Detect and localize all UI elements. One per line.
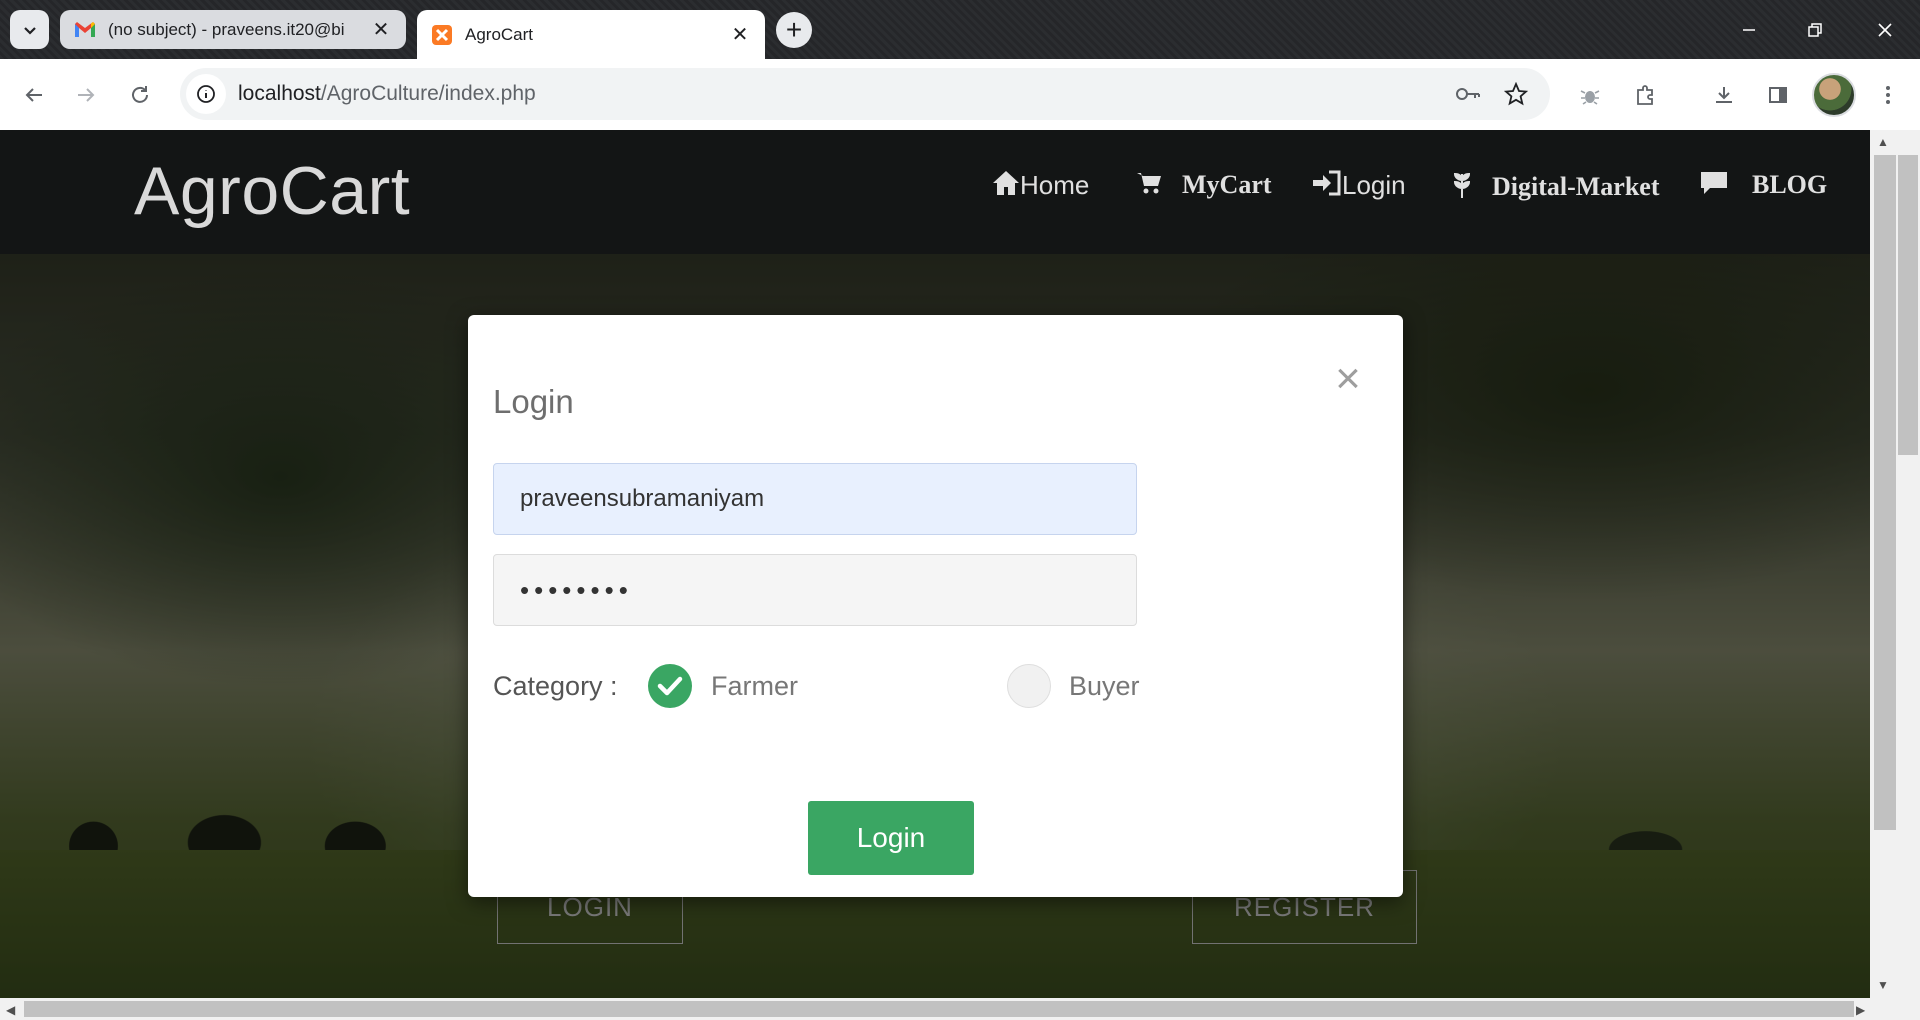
tab-close-icon[interactable]: ✕ — [729, 24, 751, 46]
tab-search-button[interactable] — [10, 10, 49, 49]
gmail-icon — [74, 19, 96, 41]
username-input[interactable]: praveensubramaniyam — [493, 463, 1137, 535]
tab-strip: (no subject) - praveens.it20@bi ✕ AgroCa… — [0, 0, 1920, 59]
vertical-scrollbar-thumb[interactable] — [1874, 155, 1896, 830]
buyer-option-label[interactable]: Buyer — [1069, 671, 1140, 702]
download-icon — [1716, 87, 1732, 103]
scroll-right-arrow-icon[interactable]: ▶ — [1856, 1003, 1865, 1017]
buyer-radio[interactable] — [1007, 664, 1051, 708]
secondary-scrollbar-thumb[interactable] — [1898, 155, 1918, 455]
cart-icon — [1136, 171, 1162, 200]
profile-avatar[interactable] — [1812, 73, 1856, 117]
nav-digital-market[interactable]: Digital-Market — [1452, 170, 1660, 203]
browser-toolbar: localhost/AgroCulture/index.php — [0, 59, 1920, 130]
home-icon — [992, 170, 1020, 201]
scroll-up-arrow-icon[interactable]: ▲ — [1877, 135, 1889, 149]
url-path: /AgroCulture/index.php — [320, 82, 536, 105]
password-input[interactable]: •••••••• — [493, 554, 1137, 626]
horizontal-scrollbar-thumb[interactable] — [24, 1001, 1854, 1017]
tab-gmail[interactable]: (no subject) - praveens.it20@bi ✕ — [60, 10, 406, 49]
chevron-down-icon — [23, 26, 36, 35]
category-label: Category : — [493, 671, 618, 701]
downloads-button[interactable] — [1704, 75, 1744, 115]
reload-icon — [132, 86, 148, 103]
password-key-button[interactable] — [1448, 68, 1488, 120]
comment-icon — [1700, 171, 1728, 200]
xampp-icon — [431, 24, 453, 46]
forward-button[interactable] — [66, 75, 106, 115]
bug-icon — [1580, 90, 1600, 105]
plus-icon: + — [785, 14, 803, 45]
puzzle-icon — [1637, 85, 1653, 105]
browser-menu-button[interactable] — [1868, 75, 1908, 115]
address-bar[interactable]: localhost/AgroCulture/index.php — [180, 68, 1550, 120]
restore-icon — [1808, 23, 1822, 37]
minimize-icon — [1743, 29, 1755, 31]
webpage: AgroCart Home MyCart Login Digital-Marke… — [0, 130, 1870, 998]
tab-title: (no subject) - praveens.it20@bi — [108, 19, 345, 39]
extensions-button[interactable] — [1626, 75, 1666, 115]
reload-button[interactable] — [120, 75, 160, 115]
nav-home-label: Home — [1020, 170, 1090, 200]
site-info-button[interactable] — [186, 74, 226, 114]
side-panel-button[interactable] — [1758, 75, 1798, 115]
close-window-button[interactable] — [1852, 8, 1918, 52]
restore-button[interactable] — [1782, 8, 1848, 52]
login-icon — [1312, 170, 1342, 201]
url-text: localhost/AgroCulture/index.php — [238, 82, 536, 106]
nav-mycart[interactable]: MyCart — [1136, 170, 1272, 200]
nav-blog[interactable]: BLOG — [1700, 170, 1827, 200]
extension-bug-button[interactable] — [1570, 75, 1610, 115]
url-host: localhost — [238, 82, 321, 105]
scroll-left-arrow-icon[interactable]: ◀ — [6, 1003, 15, 1017]
nav-home[interactable]: Home — [992, 170, 1089, 201]
arrow-left-icon — [25, 88, 42, 102]
close-icon: × — [1335, 354, 1361, 403]
farmer-option-label[interactable]: Farmer — [711, 671, 798, 702]
info-icon — [197, 85, 215, 103]
scroll-down-arrow-icon[interactable]: ▼ — [1877, 978, 1889, 992]
modal-close-button[interactable]: × — [1328, 354, 1368, 403]
login-modal: × Login praveensubramaniyam •••••••• Cat… — [468, 315, 1403, 897]
site-brand[interactable]: AgroCart — [134, 152, 410, 230]
tab-title: AgroCart — [465, 24, 534, 44]
bookmark-button[interactable] — [1496, 68, 1536, 120]
nav-login[interactable]: Login — [1312, 170, 1406, 201]
nav-mycart-label: MyCart — [1182, 170, 1272, 199]
tab-agrocart[interactable]: AgroCart ✕ — [417, 10, 765, 59]
nav-blog-label: BLOG — [1752, 170, 1828, 199]
site-header: AgroCart Home MyCart Login Digital-Marke… — [0, 130, 1870, 254]
new-tab-button[interactable]: + — [776, 12, 812, 48]
modal-title: Login — [493, 383, 574, 420]
minimize-button[interactable] — [1716, 8, 1782, 52]
key-icon — [1456, 88, 1480, 100]
nav-login-label: Login — [1342, 170, 1406, 200]
leaf-icon — [1452, 170, 1472, 203]
login-submit-button[interactable]: Login — [808, 801, 974, 875]
farmer-radio[interactable] — [648, 664, 692, 708]
back-button[interactable] — [14, 75, 54, 115]
check-icon — [657, 676, 683, 696]
side-panel-icon — [1769, 87, 1787, 103]
star-icon — [1504, 82, 1528, 106]
tab-close-icon[interactable]: ✕ — [370, 19, 392, 41]
close-icon — [1878, 23, 1892, 37]
arrow-right-icon — [78, 88, 95, 102]
nav-digital-market-label: Digital-Market — [1492, 171, 1660, 201]
kebab-menu-icon — [1886, 86, 1890, 104]
